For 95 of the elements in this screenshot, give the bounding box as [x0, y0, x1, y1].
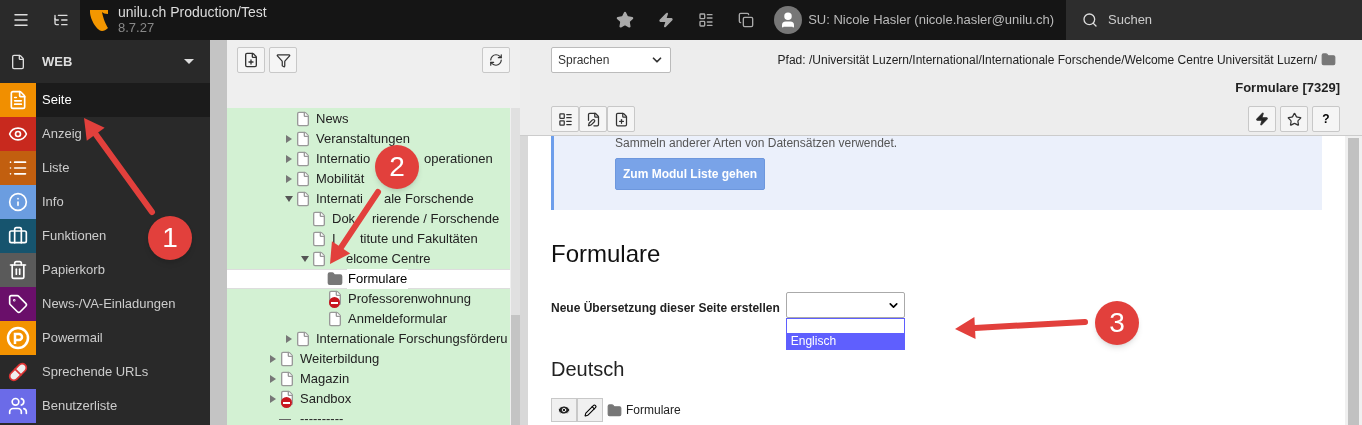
refresh-icon [489, 53, 503, 67]
folder-icon [1321, 52, 1336, 67]
module-item[interactable]: Papierkorb [42, 260, 105, 280]
scrollbar[interactable] [1345, 136, 1362, 425]
view-button[interactable] [551, 398, 577, 422]
tree-item[interactable]: Anmeldeformular [348, 309, 447, 329]
tree-item[interactable]: Internationale Forschungsförderu [316, 329, 508, 349]
module-group-header[interactable]: WEB [0, 40, 210, 83]
dropdown-option[interactable]: Englisch [786, 333, 904, 349]
page-icon [295, 191, 311, 207]
tree-item[interactable]: ---------- [300, 409, 344, 425]
user-menu[interactable]: SU: Nicole Hasler (nicole.hasler@unilu.ch) [774, 0, 1066, 40]
language-select[interactable]: Sprachen [551, 47, 671, 73]
bookmark-button[interactable] [1280, 106, 1308, 132]
site-title: unilu.ch Production/Test [118, 5, 267, 20]
layout-icon[interactable] [698, 12, 715, 28]
file-plus-icon [243, 52, 259, 68]
search-button[interactable]: Suchen [1066, 0, 1362, 40]
folder-icon [607, 402, 622, 418]
record-title: Formulare [626, 402, 681, 419]
page-icon [295, 331, 311, 347]
page-icon [327, 311, 343, 327]
page-icon [295, 131, 311, 147]
module-item[interactable]: News-/VA-Einladungen [42, 294, 176, 314]
shortcut-button[interactable] [1248, 106, 1276, 132]
list-view-icon [557, 111, 573, 127]
new-page-button[interactable] [237, 47, 265, 73]
view-list-button[interactable] [551, 106, 579, 132]
list-icon[interactable] [52, 12, 69, 28]
separator-icon [279, 418, 291, 420]
tree-item[interactable]: Magazin [300, 369, 350, 389]
new-record-button[interactable] [607, 106, 635, 132]
scrollbar[interactable] [520, 136, 528, 425]
tree-item[interactable]: elcome Centre [346, 249, 431, 269]
tree-item-text[interactable]: ale Forschende [384, 189, 474, 209]
help-button[interactable]: ? [1312, 106, 1340, 132]
tree-item[interactable]: Sandbox [300, 389, 352, 409]
module-item[interactable]: Funktionen [42, 226, 107, 246]
tree-item[interactable]: Professorenwohnung [348, 289, 471, 309]
caret-icon [184, 59, 194, 64]
pencil-icon [583, 403, 597, 417]
page-icon [10, 53, 26, 70]
folder-icon [327, 271, 343, 287]
version-text: 8.7.27 [118, 20, 156, 35]
module-item[interactable]: Anzeig [42, 124, 82, 144]
refresh-button[interactable] [482, 47, 510, 73]
file-plus-icon [613, 111, 629, 127]
edit-file-icon [585, 111, 601, 127]
tree-item-text[interactable]: rierende / Forschende [372, 209, 500, 229]
tree-item[interactable]: Internatio [316, 149, 378, 169]
translation-label: Neue Übersetzung dieser Seite erstellen [551, 300, 780, 317]
filter-icon [275, 52, 291, 68]
edit-button[interactable] [577, 398, 603, 422]
page-icon [279, 351, 295, 367]
bookmark-star-icon[interactable] [616, 11, 635, 29]
page-icon [311, 231, 327, 247]
page-icon [279, 371, 295, 387]
page-title: Formulare [7329] [1235, 80, 1340, 95]
module-item[interactable]: Info [42, 192, 64, 212]
tree-item[interactable]: Mobilität [316, 169, 365, 189]
hidden-page-icon [327, 290, 343, 308]
tree-item[interactable]: Dok [332, 209, 356, 229]
module-item[interactable]: Liste [42, 158, 70, 178]
lightning-icon[interactable] [658, 12, 675, 28]
tree-item[interactable]: Weiterbildung [300, 349, 380, 369]
logo-icon [88, 8, 110, 32]
module-item[interactable]: Powermail [42, 328, 103, 348]
language-heading: Deutsch [551, 357, 626, 382]
scrollbar[interactable] [511, 108, 520, 425]
page-icon [311, 251, 327, 267]
page-path: Pfad: /Universität Luzern/International/Internationale Forschende/Welcome Centre Universität Luzern/ [777, 53, 1317, 67]
edit-page-button[interactable] [579, 106, 607, 132]
module-item[interactable]: Benutzerliste [42, 396, 118, 416]
menu-icon[interactable] [11, 11, 30, 29]
scrollbar[interactable] [210, 40, 227, 425]
info-text: Sammeln anderer Arten von Datensätzen verwendet. [615, 136, 899, 150]
avatar-icon [774, 6, 803, 34]
lightning-icon [1255, 112, 1269, 126]
tree-item[interactable]: Internati [316, 189, 370, 209]
page-icon [311, 211, 327, 227]
search-icon [1082, 12, 1098, 28]
star-icon [1286, 111, 1302, 127]
module-item[interactable]: Sprechende URLs [42, 362, 149, 382]
page-icon [295, 171, 311, 187]
hidden-page-icon [279, 390, 295, 408]
eye-icon [557, 403, 571, 417]
page-heading: Formulare [551, 239, 662, 269]
tree-item-text[interactable]: titute und Fakultäten [360, 229, 478, 249]
tree-item-text[interactable]: operationen [424, 149, 493, 169]
filter-button[interactable] [269, 47, 297, 73]
page-icon [295, 151, 311, 167]
module-item[interactable]: Seite [42, 90, 72, 110]
tree-item[interactable]: News [316, 109, 349, 129]
page-icon [295, 111, 311, 127]
copy-icon[interactable] [738, 12, 755, 28]
